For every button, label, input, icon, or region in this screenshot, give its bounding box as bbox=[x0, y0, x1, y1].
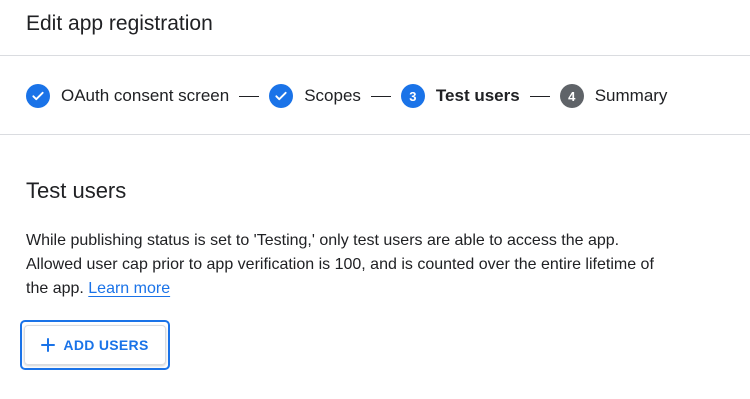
step-1-check-icon bbox=[26, 84, 50, 108]
step-3-number-badge: 3 bbox=[400, 84, 425, 108]
step-3-label: Test users bbox=[435, 86, 520, 105]
add-users-button-face: ADD USERS bbox=[24, 325, 166, 365]
step-4-label: Summary bbox=[594, 86, 668, 105]
learn-more-link[interactable]: Learn more bbox=[88, 280, 170, 297]
add-users-button[interactable]: ADD USERS bbox=[20, 320, 170, 370]
step-1-label[interactable]: OAuth consent screen bbox=[61, 86, 229, 106]
step-2-check-icon bbox=[269, 84, 294, 108]
stepper-row: OAuth consent screen Scopes 3 Test users… bbox=[26, 83, 667, 109]
stepper: OAuth consent screen Scopes 3 Test users… bbox=[0, 56, 750, 135]
step-separator bbox=[529, 95, 550, 97]
page-header: Edit app registration bbox=[0, 0, 750, 56]
step-separator bbox=[370, 95, 391, 97]
step-4-number-badge: 4 bbox=[559, 84, 584, 108]
page-title: Edit app registration bbox=[26, 12, 213, 35]
plus-icon bbox=[41, 338, 56, 352]
step-2-label[interactable]: Scopes bbox=[304, 86, 361, 106]
section-title: Test users bbox=[26, 178, 127, 203]
step-separator bbox=[239, 95, 260, 97]
add-users-label: ADD USERS bbox=[63, 337, 149, 353]
description-text: While publishing status is set to 'Testi… bbox=[26, 229, 666, 301]
